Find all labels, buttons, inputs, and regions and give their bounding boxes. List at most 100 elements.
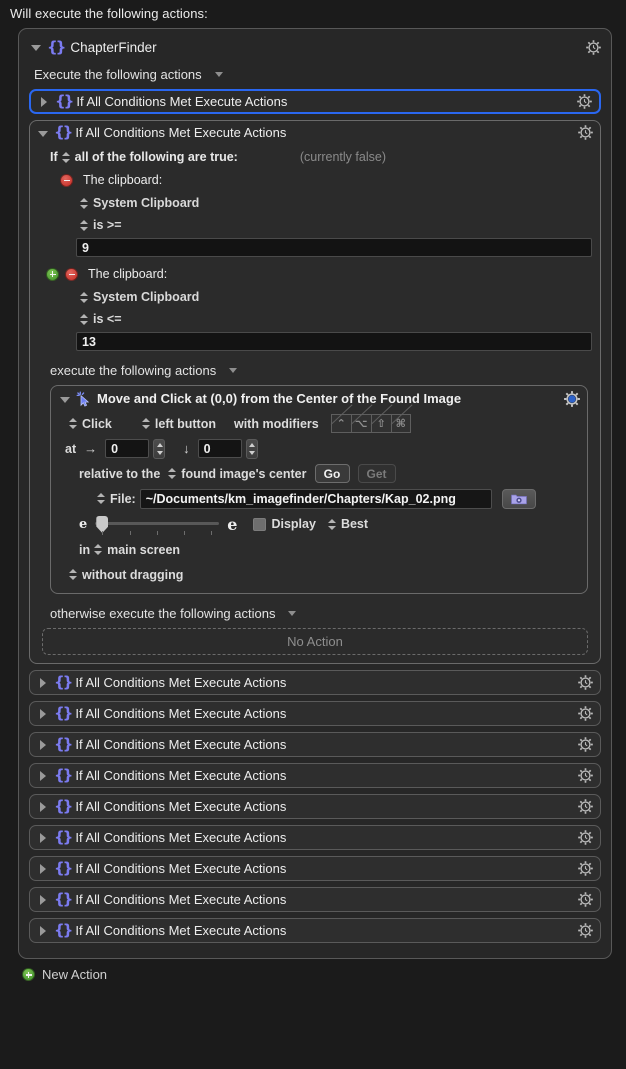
condition-value-input[interactable]: 13 — [76, 332, 592, 351]
popup-indicator-icon[interactable] — [94, 543, 103, 556]
gear-clock-icon[interactable] — [577, 124, 594, 141]
action-row[interactable]: {} If All Conditions Met Execute Actions — [29, 701, 601, 726]
action-row[interactable]: {} If All Conditions Met Execute Actions — [29, 763, 601, 788]
gear-clock-icon[interactable] — [577, 829, 594, 846]
x-coordinate-stepper[interactable] — [153, 438, 166, 459]
move-click-header[interactable]: Move and Click at (0,0) from the Center … — [51, 386, 587, 411]
chevron-down-icon[interactable] — [287, 607, 299, 619]
action-row[interactable]: {} If All Conditions Met Execute Actions — [29, 732, 601, 757]
remove-condition-button[interactable] — [60, 173, 73, 187]
disclosure-triangle-icon[interactable] — [37, 832, 49, 844]
gear-blue-icon[interactable] — [563, 390, 580, 407]
click-action-popup[interactable]: Click — [82, 417, 112, 431]
popup-indicator-icon[interactable] — [80, 219, 89, 232]
action-row[interactable]: {} If All Conditions Met Execute Actions — [29, 887, 601, 912]
action-header[interactable]: {} If All Conditions Met Execute Actions — [30, 888, 600, 911]
popup-indicator-icon[interactable] — [168, 467, 177, 480]
add-condition-button[interactable] — [46, 267, 59, 281]
modifier-option-icon[interactable]: ⌥ — [350, 414, 371, 433]
y-coordinate-input[interactable]: 0 — [197, 439, 242, 458]
x-coordinate-input[interactable]: 0 — [105, 439, 150, 458]
popup-indicator-icon[interactable] — [80, 197, 89, 210]
condition-operator-row[interactable]: is >= — [38, 214, 592, 236]
quality-popup[interactable]: Best — [341, 517, 368, 531]
disclosure-triangle-icon[interactable] — [59, 393, 71, 405]
gear-clock-icon[interactable] — [577, 736, 594, 753]
relative-target-popup[interactable]: found image's center — [181, 467, 306, 481]
action-row[interactable]: {} If All Conditions Met Execute Actions — [29, 856, 601, 881]
popup-indicator-icon[interactable] — [97, 492, 106, 505]
action-header[interactable]: {} If All Conditions Met Execute Actions — [30, 121, 600, 144]
action-header[interactable]: {} If All Conditions Met Execute Actions — [31, 91, 599, 112]
popup-indicator-icon[interactable] — [69, 568, 78, 581]
popup-indicator-icon[interactable] — [327, 518, 337, 531]
gear-clock-icon[interactable] — [577, 674, 594, 691]
new-action-row[interactable]: New Action — [0, 959, 626, 982]
modifier-control-icon[interactable]: ⌃ — [330, 414, 351, 433]
chevron-down-icon[interactable] — [214, 68, 226, 80]
gear-clock-icon[interactable] — [577, 767, 594, 784]
display-checkbox[interactable] — [253, 517, 267, 531]
condition-source-row[interactable]: System Clipboard — [38, 192, 592, 214]
gear-clock-icon[interactable] — [577, 922, 594, 939]
condition-value-input[interactable]: 9 — [76, 238, 592, 257]
action-row[interactable]: {} If All Conditions Met Execute Actions — [29, 825, 601, 850]
popup-indicator-icon[interactable] — [80, 291, 89, 304]
action-header[interactable]: {} If All Conditions Met Execute Actions — [30, 764, 600, 787]
action-header[interactable]: {} If All Conditions Met Execute Actions — [30, 919, 600, 942]
fuzziness-slider[interactable] — [95, 515, 220, 535]
action-header[interactable]: {} If All Conditions Met Execute Actions — [30, 826, 600, 849]
disclosure-triangle-icon[interactable] — [37, 708, 49, 720]
execute-actions-label[interactable]: Execute the following actions — [26, 63, 604, 85]
gear-clock-icon[interactable] — [585, 39, 602, 56]
action-row[interactable]: {} If All Conditions Met Execute Actions — [29, 794, 601, 819]
disclosure-triangle-icon[interactable] — [37, 801, 49, 813]
screen-popup[interactable]: main screen — [107, 543, 180, 557]
condition-operator-row[interactable]: is <= — [38, 308, 592, 330]
action-header[interactable]: {} If All Conditions Met Execute Actions — [30, 795, 600, 818]
disclosure-triangle-icon[interactable] — [37, 677, 49, 689]
disclosure-triangle-icon[interactable] — [37, 925, 49, 937]
popup-indicator-icon[interactable] — [69, 417, 78, 430]
action-row-selected[interactable]: {} If All Conditions Met Execute Actions — [29, 89, 601, 114]
match-mode-popup[interactable]: all of the following are true: — [75, 150, 238, 164]
disclosure-triangle-icon[interactable] — [37, 863, 49, 875]
disclosure-triangle-icon[interactable] — [37, 894, 49, 906]
remove-condition-button[interactable] — [65, 267, 78, 281]
popup-indicator-icon[interactable] — [61, 151, 71, 164]
then-actions-label[interactable]: execute the following actions — [38, 359, 592, 381]
else-actions-label[interactable]: otherwise execute the following actions — [38, 602, 592, 624]
modifier-shift-icon[interactable]: ⇧ — [370, 414, 391, 433]
action-row[interactable]: {} If All Conditions Met Execute Actions — [29, 670, 601, 695]
gear-clock-icon[interactable] — [577, 860, 594, 877]
popup-indicator-icon[interactable] — [80, 313, 89, 326]
modifier-command-icon[interactable]: ⌘ — [390, 414, 411, 433]
go-button[interactable]: Go — [314, 464, 350, 483]
gear-clock-icon[interactable] — [577, 798, 594, 815]
disclosure-triangle-icon[interactable] — [37, 127, 49, 139]
disclosure-triangle-icon[interactable] — [37, 739, 49, 751]
chevron-down-icon[interactable] — [228, 364, 240, 376]
file-path-input[interactable]: ~/Documents/km_imagefinder/Chapters/Kap_… — [139, 488, 492, 509]
disclosure-triangle-icon[interactable] — [38, 96, 50, 108]
gear-clock-icon[interactable] — [576, 93, 593, 110]
no-action-dropzone[interactable]: No Action — [42, 628, 588, 655]
action-header[interactable]: {} If All Conditions Met Execute Actions — [30, 857, 600, 880]
folder-gear-icon[interactable] — [501, 488, 536, 509]
gear-clock-icon[interactable] — [577, 705, 594, 722]
popup-indicator-icon[interactable] — [141, 417, 151, 430]
gear-clock-icon[interactable] — [577, 891, 594, 908]
drag-mode-popup[interactable]: without dragging — [82, 568, 183, 582]
get-button[interactable]: Get — [357, 464, 396, 483]
macro-group-header[interactable]: {} ChapterFinder — [26, 35, 604, 59]
modifier-keys-group[interactable]: ⌃ ⌥ ⇧ ⌘ — [330, 414, 411, 433]
add-icon[interactable] — [22, 968, 35, 981]
action-header[interactable]: {} If All Conditions Met Execute Actions — [30, 702, 600, 725]
y-coordinate-stepper[interactable] — [245, 438, 258, 459]
disclosure-triangle-icon[interactable] — [30, 41, 42, 53]
condition-source-row[interactable]: System Clipboard — [38, 286, 592, 308]
action-row[interactable]: {} If All Conditions Met Execute Actions — [29, 918, 601, 943]
disclosure-triangle-icon[interactable] — [37, 770, 49, 782]
mouse-button-popup[interactable]: left button — [155, 417, 216, 431]
action-header[interactable]: {} If All Conditions Met Execute Actions — [30, 733, 600, 756]
